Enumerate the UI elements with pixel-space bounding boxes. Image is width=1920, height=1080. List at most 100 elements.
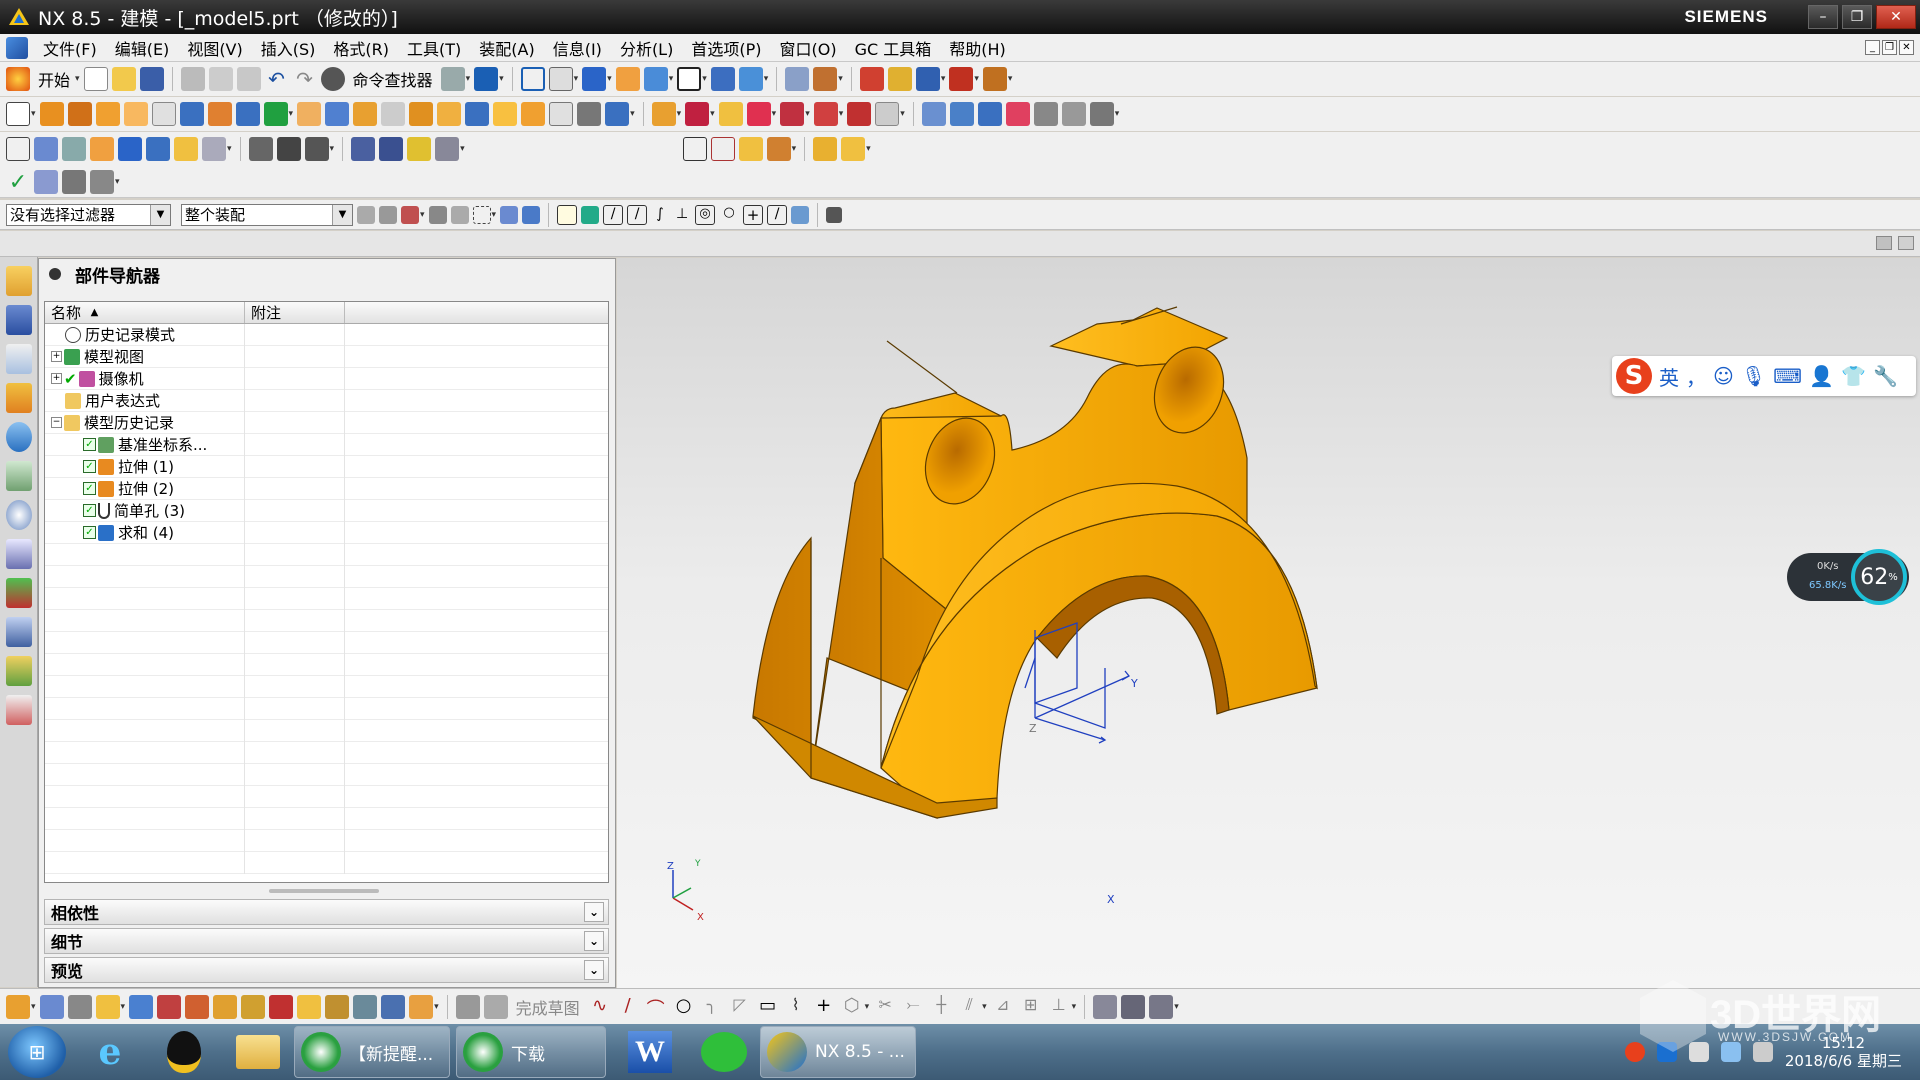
start-orb-icon[interactable]: ⊞ [8,1026,66,1078]
details-section[interactable]: 细节 ⌄ [44,928,609,954]
studio-spline-icon[interactable]: ⌇ [784,995,808,1019]
chamfer-sketch-icon[interactable]: ◸ [728,995,752,1019]
sketch-icon[interactable] [6,102,30,126]
checkbox-icon[interactable]: ✓ [83,460,96,473]
select-body-icon[interactable] [500,205,519,224]
edit-positioning-icon[interactable] [90,137,114,161]
snap-endpoint-icon[interactable] [557,204,578,225]
select-face-icon[interactable] [522,205,541,224]
copy-icon[interactable] [208,67,233,91]
paste-icon[interactable] [236,67,261,91]
expand-icon[interactable]: + [51,373,62,384]
pattern-icon[interactable] [766,137,791,161]
system-scenes-tab-icon[interactable] [6,656,32,686]
clock[interactable]: 15:12 2018/6/6 星期三 [1785,1034,1902,1070]
tube-icon[interactable] [605,102,630,126]
ime-punctuation-toggle[interactable]: ， [1686,362,1706,391]
layer-settings-icon[interactable] [785,67,810,91]
reuse-library-tab-icon[interactable] [6,383,32,413]
trim-sheet-icon[interactable] [1089,102,1114,126]
user-icon[interactable]: 👤 [1809,364,1834,388]
checkbox-icon[interactable]: ✓ [83,438,96,451]
cylinder-icon[interactable] [351,137,376,161]
fillet-icon[interactable]: ╮ [700,995,724,1019]
file-explorer-icon[interactable] [228,1027,288,1077]
continuous-auto-dimension-icon[interactable] [1149,994,1174,1019]
component-icon[interactable] [67,994,92,1019]
selection-priority-icon[interactable] [826,206,843,223]
tree-row-model-views[interactable]: + 模型视图 [45,345,608,368]
qq-icon[interactable] [154,1027,214,1077]
exploded-view-icon[interactable] [269,994,294,1019]
menu-tools[interactable]: 工具(T) [398,36,470,60]
intersect-icon[interactable] [235,102,260,126]
synchronous-move-icon[interactable] [651,102,676,126]
pull-face-icon[interactable] [847,102,872,126]
zoom-icon[interactable] [548,67,573,91]
collapse-icon[interactable]: − [51,417,62,428]
menu-analysis[interactable]: 分析(L) [611,36,682,60]
assembly-navigator-icon[interactable] [39,994,64,1019]
check-icon[interactable]: ✓ [6,170,30,195]
rectangle-select-icon[interactable] [472,205,491,224]
memory-usage-gauge[interactable]: 62% [1851,549,1907,605]
work-layer-icon[interactable] [738,67,763,91]
clearance-icon[interactable] [381,994,406,1019]
save-icon[interactable] [139,67,164,91]
binoculars-icon[interactable] [320,67,345,91]
new-component-icon[interactable] [95,994,120,1019]
assembly-navigator-tab-icon[interactable] [6,266,32,296]
assembly-icon[interactable] [6,994,30,1019]
sketch-task-icon[interactable] [455,994,480,1019]
tree-row-cameras[interactable]: + ✔ 摄像机 [45,367,608,390]
part-navigator-tab-icon[interactable] [6,344,32,374]
tree-row-unite[interactable]: ✓ 求和 (4) [45,521,608,544]
inferred-constraints-icon[interactable] [1093,994,1118,1019]
sphere-icon[interactable] [407,137,432,161]
distance-icon[interactable] [949,67,974,91]
pocket-icon[interactable] [151,102,176,126]
network-icon[interactable] [1720,1042,1741,1062]
unsuppress-feature-icon[interactable] [202,137,226,161]
replace-face-icon[interactable] [685,102,710,126]
chamfer-icon[interactable] [325,102,350,126]
expand-icon[interactable]: + [51,351,62,362]
rotate-view-icon[interactable] [643,67,668,91]
mirror-assembly-icon[interactable] [213,994,238,1019]
extrude-icon[interactable] [39,102,64,126]
make-corner-icon[interactable]: ┼ [929,995,953,1019]
chevron-down-icon[interactable]: ⌄ [584,902,604,922]
sogou-logo-icon[interactable]: S [1616,358,1652,394]
text-icon[interactable] [304,137,329,161]
type-filter-dropdown[interactable]: 没有选择过滤器 ▼ [6,203,171,226]
snap-line-icon[interactable]: / [603,204,624,225]
suppress-feature-icon[interactable] [174,137,198,161]
menu-file[interactable]: 文件(F) [34,36,106,60]
taskbar-task-nx[interactable]: NX 8.5 - ... [760,1026,916,1078]
create-inferred-icon[interactable] [1121,994,1146,1019]
new-file-icon[interactable] [83,67,108,91]
snap-quadrant-icon[interactable]: ○ [719,205,739,225]
rapid-dimension-icon[interactable]: ⊿ [991,995,1015,1019]
circle-icon[interactable]: ○ [672,995,696,1019]
move-object-icon[interactable] [915,67,940,91]
chevron-down-icon[interactable]: ⌄ [584,960,604,980]
bounded-plane-icon[interactable] [1033,102,1058,126]
roles-tab-icon[interactable] [6,617,32,647]
line-icon[interactable]: / [616,995,640,1019]
snap-grid-icon[interactable] [887,67,912,91]
word-icon[interactable]: W [620,1027,680,1077]
array-component-icon[interactable] [241,994,266,1019]
check-geometry-icon[interactable] [34,169,58,194]
thread-icon[interactable] [549,102,574,126]
feature-filter-icon[interactable] [401,205,419,224]
select-all-icon[interactable] [428,205,447,224]
microphone-icon[interactable]: 🎙 [1741,364,1766,388]
draft-icon[interactable] [381,102,406,126]
unite-icon[interactable] [179,102,204,126]
mirror-feature-icon[interactable] [521,102,546,126]
quick-trim-icon[interactable]: ✂ [873,995,897,1019]
layout-icon[interactable] [1898,236,1914,250]
web-browser-tab-icon[interactable] [6,422,32,452]
section-view-icon[interactable] [710,67,735,91]
